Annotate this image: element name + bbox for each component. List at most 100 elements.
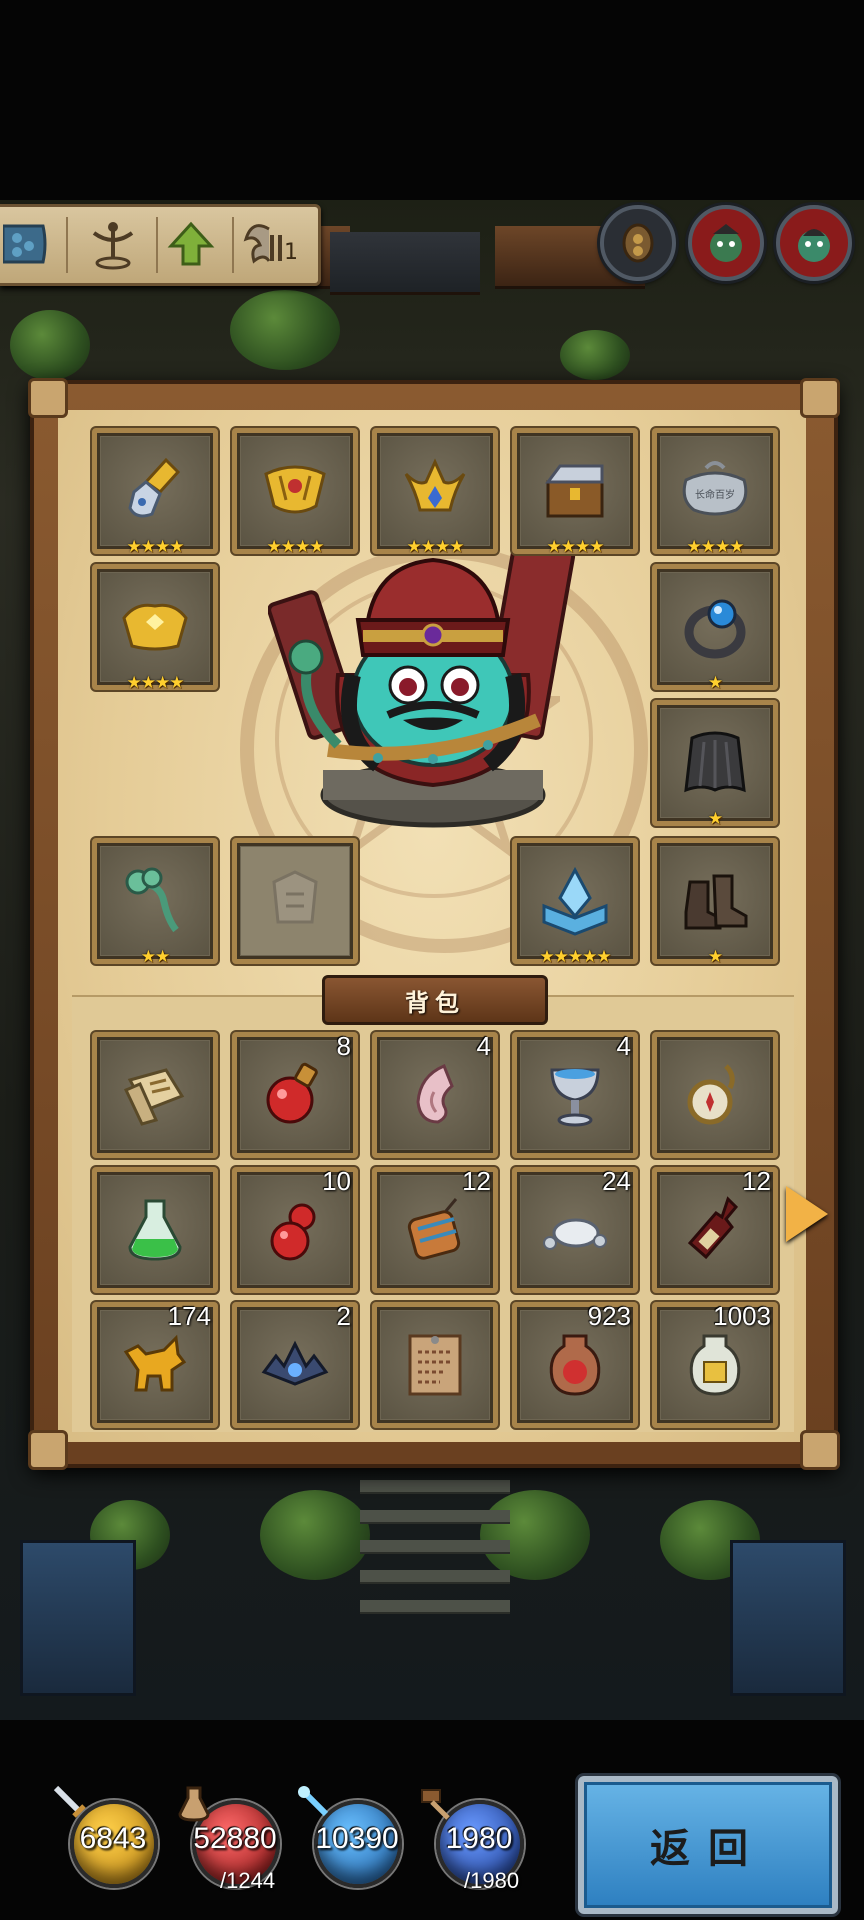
energy-resource: 1980 /1980 bbox=[421, 1789, 524, 1893]
toolbar-divider bbox=[156, 217, 158, 273]
item-quantity: 2 bbox=[336, 1301, 351, 1331]
wings-badge: 1 bbox=[284, 240, 298, 265]
bag-item[interactable] bbox=[92, 1167, 218, 1293]
bag-item[interactable]: 24 bbox=[512, 1166, 638, 1293]
equipment-slot[interactable]: ★ bbox=[652, 700, 778, 829]
star-rating: ★ bbox=[707, 947, 723, 967]
bag-item[interactable]: 8 bbox=[232, 1031, 358, 1158]
item-quantity: 4 bbox=[476, 1031, 491, 1061]
sapphire-ring-icon bbox=[684, 599, 746, 659]
green-hero-portrait-1-icon bbox=[710, 224, 742, 262]
equipment-slot[interactable]: ★★ bbox=[92, 838, 218, 967]
lantern-drum-icon bbox=[407, 1198, 461, 1260]
hero-portrait-button-1[interactable] bbox=[688, 205, 764, 281]
pocket-compass-icon bbox=[687, 1064, 735, 1125]
star-rating: ★★★★ bbox=[686, 537, 745, 557]
leather-boots-icon bbox=[684, 874, 748, 930]
equipment-slot[interactable]: ★★★★ bbox=[512, 428, 638, 557]
item-quantity: 12 bbox=[742, 1166, 771, 1196]
green-flask-icon bbox=[128, 1199, 182, 1261]
bag-item[interactable]: 12 bbox=[372, 1166, 498, 1293]
green-hero-portrait-2-icon bbox=[798, 229, 830, 262]
game-scene: 1 ★★★★ ★★★★ ★★★★ ★★★★ 长命百岁 ★★★★ ★★★★ ★ ★… bbox=[0, 0, 864, 1920]
upgrade-arrow-icon[interactable] bbox=[164, 217, 218, 271]
equipment-slot[interactable]: ★ bbox=[652, 564, 778, 693]
bag-item[interactable]: 10 bbox=[232, 1166, 358, 1293]
bag-item[interactable]: 4 bbox=[372, 1031, 498, 1158]
wings-icon[interactable]: 1 bbox=[242, 217, 298, 271]
equipment-slot[interactable]: ★ bbox=[652, 838, 778, 967]
red-potion-icon bbox=[266, 1062, 318, 1124]
bag-item[interactable]: 923 bbox=[512, 1301, 638, 1428]
equipment-slot[interactable]: ★★★★ bbox=[92, 564, 218, 693]
bag-item[interactable]: 4 bbox=[512, 1031, 638, 1158]
stair-step bbox=[360, 1600, 510, 1614]
equipment-slot[interactable]: ★★★★ bbox=[92, 428, 218, 557]
roof-middle bbox=[330, 232, 480, 295]
wine-bottle-icon bbox=[687, 1196, 739, 1260]
tree bbox=[230, 290, 340, 370]
item-quantity: 923 bbox=[587, 1301, 631, 1331]
hero-portrait-button-2[interactable] bbox=[776, 205, 852, 281]
equipment-slot[interactable]: ★★★★ bbox=[232, 428, 358, 557]
silver-ingot-icon bbox=[543, 1218, 607, 1250]
spiked-gem-icon bbox=[261, 1340, 329, 1386]
equipment-slot[interactable]: 长命百岁 ★★★★ bbox=[652, 428, 778, 557]
red-resource: 52880 /1244 bbox=[178, 1786, 280, 1893]
shield-pattern-icon[interactable] bbox=[0, 217, 54, 271]
star-rating: ★★★★★ bbox=[539, 947, 611, 967]
bag-item[interactable]: 1003 bbox=[652, 1301, 778, 1428]
empty-slot-icon bbox=[272, 870, 318, 924]
sky-dark bbox=[0, 0, 864, 200]
hero-character bbox=[268, 540, 576, 828]
item-quantity: 8 bbox=[336, 1031, 351, 1061]
equipment-slot[interactable]: ★★★★ bbox=[372, 428, 498, 557]
star-rating: ★★★★ bbox=[126, 537, 185, 557]
blue-wall bbox=[730, 1540, 846, 1696]
panel-corner bbox=[800, 378, 840, 418]
hammer-icon bbox=[421, 1789, 450, 1820]
bag-item[interactable]: 174 bbox=[92, 1301, 218, 1428]
equipment-slot[interactable]: ★★★★★ bbox=[512, 838, 638, 967]
toolbar-divider bbox=[66, 217, 68, 273]
energy-value: 1980 bbox=[445, 1822, 513, 1855]
stair-step bbox=[360, 1480, 510, 1494]
magic-wand-icon bbox=[298, 1786, 329, 1817]
bag-item[interactable] bbox=[652, 1032, 778, 1158]
tree bbox=[480, 1490, 590, 1580]
star-rating: ★★★★ bbox=[546, 537, 605, 557]
coin-medal-icon bbox=[622, 223, 654, 263]
star-rating: ★ bbox=[707, 809, 723, 829]
item-quantity: 10 bbox=[322, 1166, 351, 1196]
totem-icon[interactable] bbox=[86, 217, 140, 271]
golden-shoulder-armor-icon bbox=[122, 603, 188, 651]
jade-ruyi-icon bbox=[125, 867, 179, 933]
bag-title: 背包 bbox=[322, 975, 548, 1025]
item-quantity: 12 bbox=[462, 1166, 491, 1196]
star-rating: ★★ bbox=[140, 947, 170, 967]
item-quantity: 174 bbox=[167, 1301, 211, 1331]
star-rating: ★★★★ bbox=[406, 537, 465, 557]
svg-text:长命百岁: 长命百岁 bbox=[695, 488, 735, 501]
red-jar-icon bbox=[549, 1334, 601, 1396]
return-button[interactable]: 返回 bbox=[578, 1776, 838, 1914]
golden-beast-icon bbox=[123, 1334, 187, 1392]
toolbar-divider bbox=[232, 217, 234, 273]
star-rating: ★★★★ bbox=[266, 537, 325, 557]
tree bbox=[260, 1490, 370, 1580]
energy-cap: /1980 bbox=[464, 1868, 520, 1893]
red-gourd-icon bbox=[270, 1203, 316, 1261]
bag-item[interactable]: 12 bbox=[652, 1166, 778, 1293]
next-page-arrow[interactable] bbox=[786, 1186, 828, 1242]
bag-item[interactable]: 2 bbox=[232, 1301, 358, 1428]
stair-step bbox=[360, 1510, 510, 1524]
coin-medal-button[interactable] bbox=[600, 205, 676, 281]
treasure-chest-icon bbox=[545, 464, 604, 518]
porcelain-jar-icon bbox=[689, 1334, 741, 1396]
bag-item[interactable] bbox=[92, 1032, 218, 1158]
stair-step bbox=[360, 1570, 510, 1584]
bag-item[interactable] bbox=[372, 1302, 498, 1428]
tree bbox=[560, 330, 630, 380]
star-rating: ★ bbox=[707, 673, 723, 693]
equipment-slot-empty[interactable] bbox=[232, 838, 358, 964]
